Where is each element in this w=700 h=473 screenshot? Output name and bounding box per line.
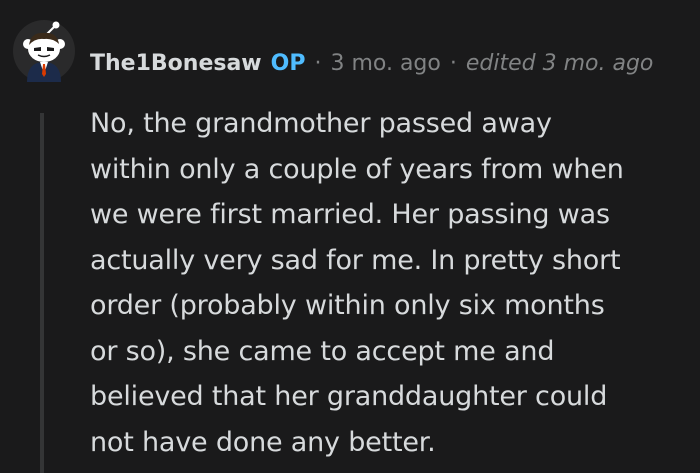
comment-body-line: or so), she came to accept me and <box>90 335 555 367</box>
comment-timestamp[interactable]: 3 mo. ago <box>330 46 440 82</box>
comment-body-line: not have done any better. <box>90 426 436 458</box>
comment-body-line: actually very sad for me. In pretty shor… <box>90 244 621 276</box>
separator-dot: · <box>314 51 322 76</box>
comment-body: No, the grandmother passed away within o… <box>90 101 690 465</box>
op-badge: OP <box>270 51 306 76</box>
comment-body-line: within only a couple of years from when <box>90 153 624 185</box>
comment-body-line: believed that her granddaughter could <box>90 381 608 412</box>
snoo-avatar-icon <box>13 20 75 82</box>
comment-body-line: order (probably within only six months <box>90 290 605 321</box>
comment: The1Bonesaw OP · 3 mo. ago · edited 3 mo… <box>0 0 700 473</box>
comment-body-line: we were first married. Her passing was <box>90 199 610 230</box>
user-avatar[interactable] <box>13 20 75 82</box>
edited-label: edited 3 mo. ago <box>465 51 654 76</box>
author-username[interactable]: The1Bonesaw <box>90 46 262 82</box>
thread-collapse-line[interactable] <box>40 113 44 473</box>
separator-dot: · <box>449 51 457 76</box>
comment-body-line: No, the grandmother passed away <box>90 108 552 139</box>
comment-header: The1Bonesaw OP · 3 mo. ago · edited 3 mo… <box>90 46 653 82</box>
